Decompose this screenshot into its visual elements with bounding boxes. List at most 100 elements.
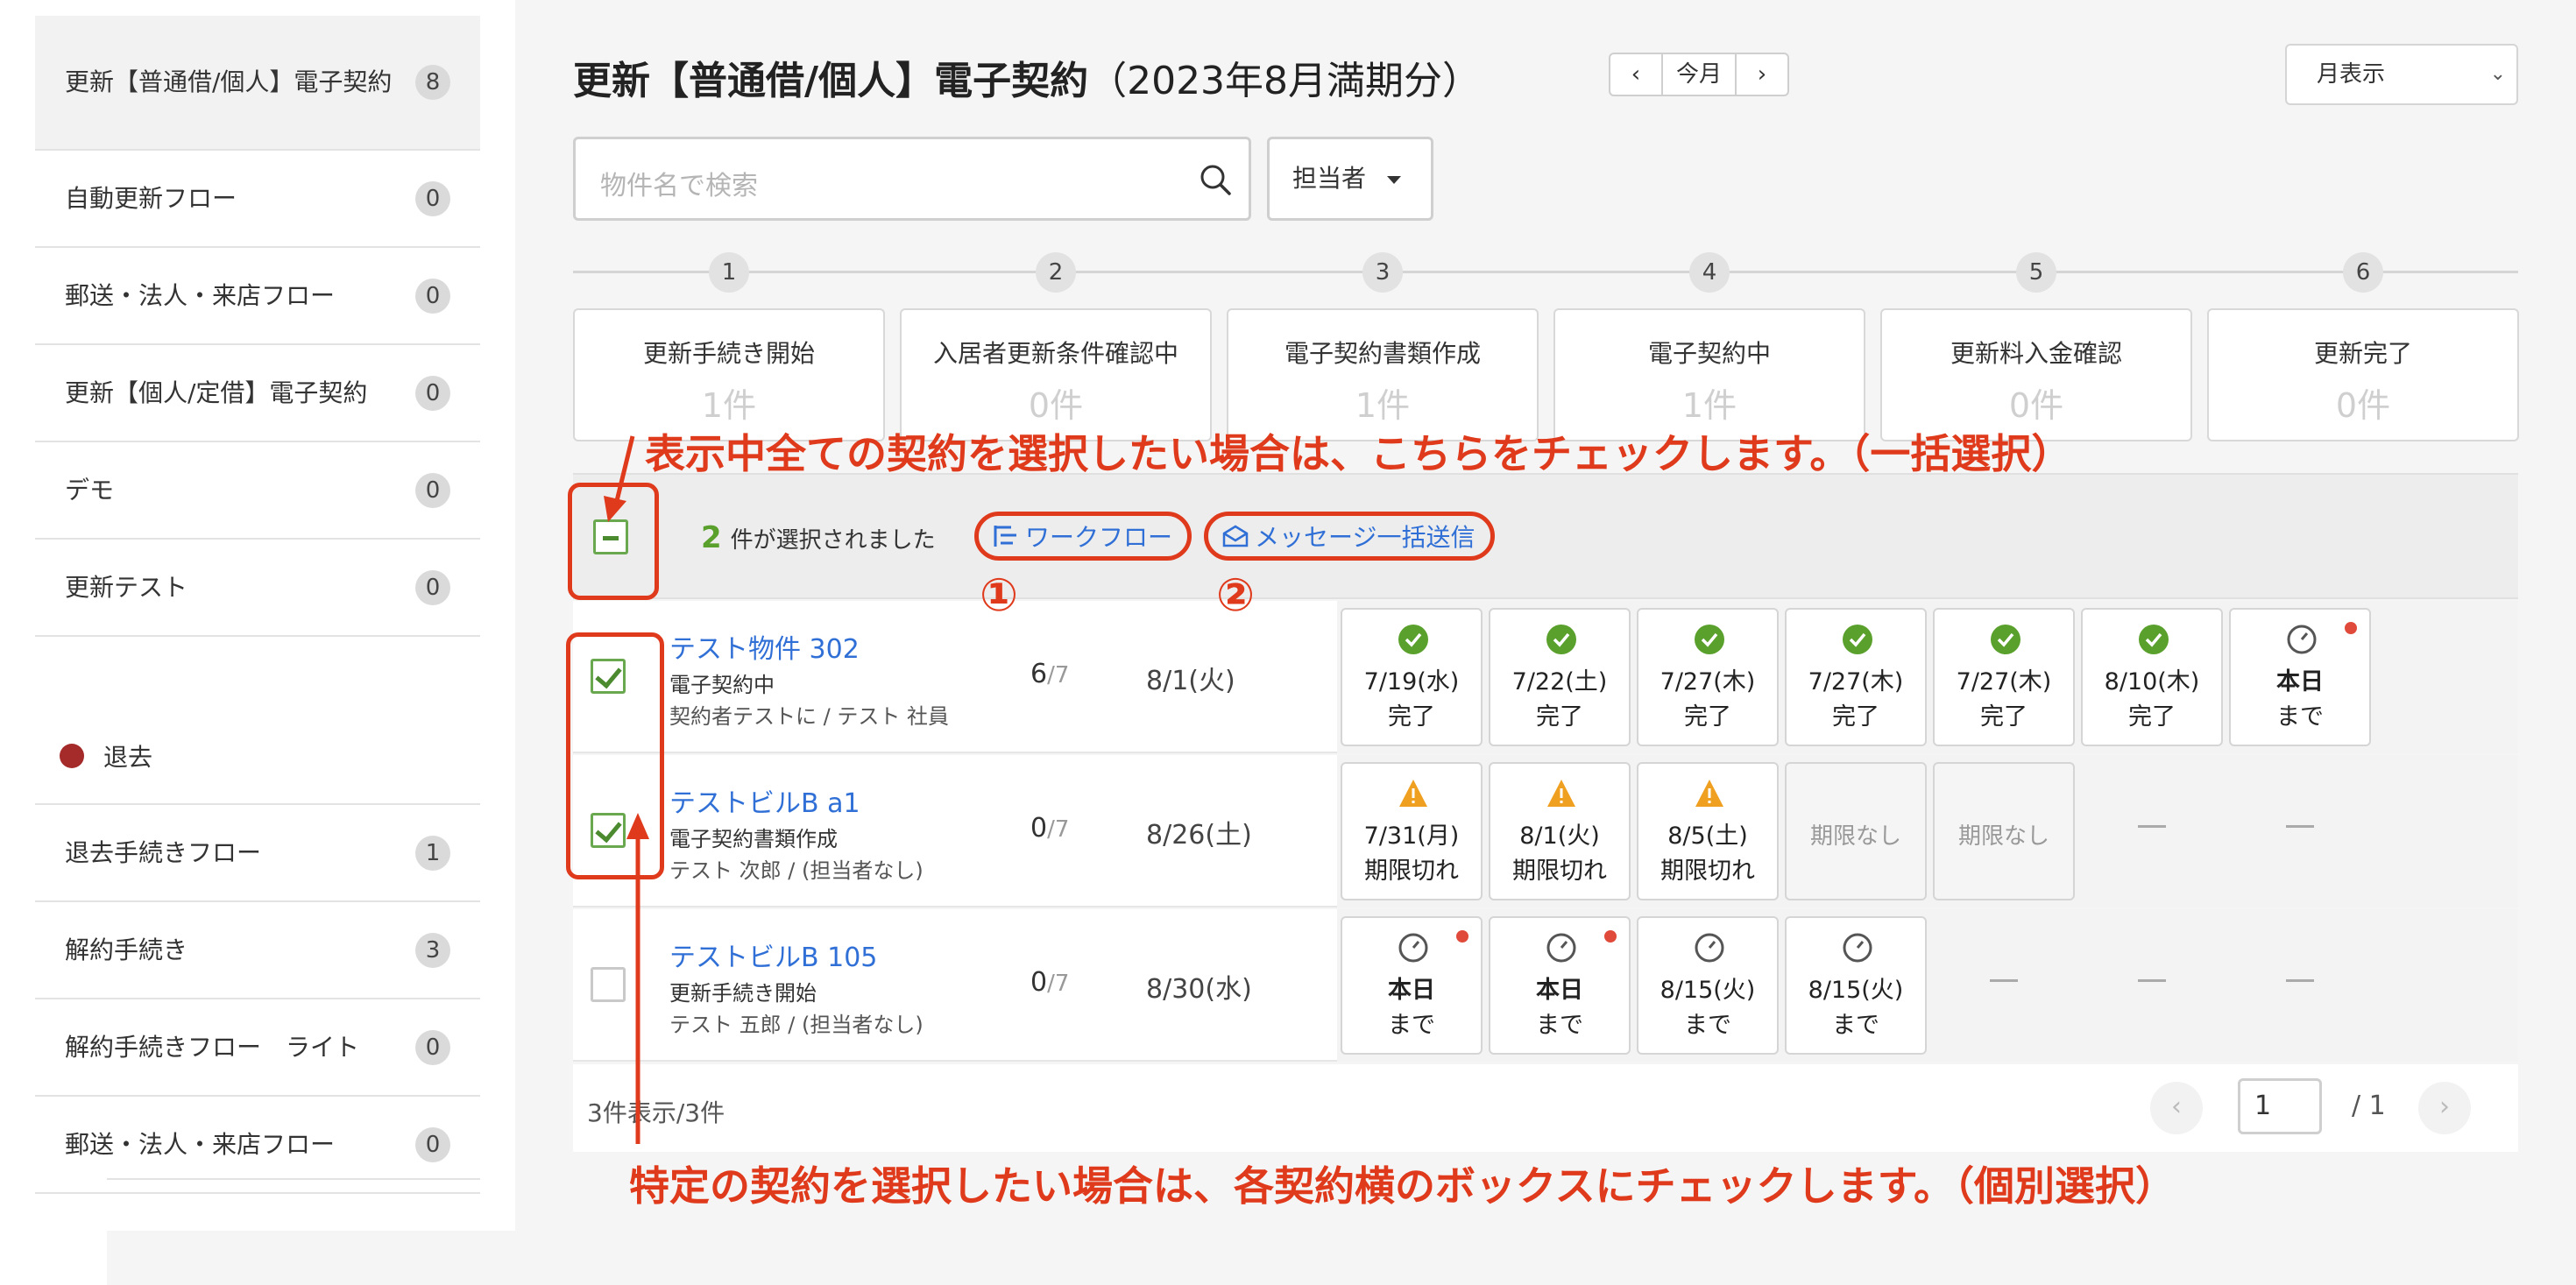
empty-task-dash	[2286, 825, 2314, 828]
property-name-link[interactable]: テストビルB 105	[669, 936, 877, 974]
task-date: 8/10(木)	[2104, 668, 2200, 695]
prev-page-button[interactable]: ‹	[2150, 1082, 2203, 1134]
task-cell[interactable]: 7/27(木) 完了	[1933, 608, 2075, 746]
sidebar-item[interactable]: 自動更新フロー 0	[35, 151, 480, 248]
property-person: 契約者テストに / テスト 社員	[669, 704, 949, 729]
sidebar-item[interactable]: 退去手続きフロー 1	[35, 805, 480, 902]
task-cell[interactable]: 期限なし	[1933, 762, 2075, 900]
next-page-button[interactable]: ›	[2418, 1082, 2471, 1134]
annotation-box-message	[1204, 512, 1495, 561]
sidebar-item-label: 更新【普通借/個人】電子契約	[65, 67, 393, 96]
task-date: 8/15(火)	[1808, 977, 1904, 1004]
warning-icon	[1547, 780, 1575, 807]
step-label: 更新手続き開始	[642, 339, 815, 368]
step-number: 4	[1689, 252, 1730, 293]
step-label: 入居者更新条件確認中	[932, 339, 1178, 368]
task-date: 本日	[1388, 977, 1435, 1004]
sidebar-item[interactable]: 更新【個人/定借】電子契約 0	[35, 345, 480, 442]
sidebar-item[interactable]: 解約手続きフロー ライト 0	[35, 999, 480, 1097]
assignee-dropdown[interactable]: 担当者	[1267, 137, 1433, 221]
sidebar-section-moveout[interactable]: 退去	[35, 708, 480, 805]
property-person: テスト 五郎 / (担当者なし)	[669, 1013, 924, 1037]
task-date: 7/31(月)	[1363, 823, 1460, 850]
assignee-label: 担当者	[1292, 164, 1367, 193]
step-number: 5	[2016, 252, 2056, 293]
this-month-button[interactable]: 今月	[1661, 54, 1737, 95]
sidebar-item-label: 自動更新フロー	[65, 183, 237, 213]
task-cell[interactable]: 本日 まで	[1341, 916, 1483, 1055]
task-cell[interactable]: 期限なし	[1785, 762, 1927, 900]
task-note: 完了	[1536, 703, 1583, 731]
task-cell[interactable]: 7/22(土) 完了	[1489, 608, 1631, 746]
page-total: / 1	[2352, 1091, 2386, 1121]
sidebar-item[interactable]: 更新【普通借/個人】電子契約 8	[35, 16, 480, 151]
property-name-link[interactable]: テスト物件 302	[669, 627, 860, 666]
task-cell[interactable]: 7/31(月) 期限切れ	[1341, 762, 1483, 900]
check-circle-icon	[1398, 625, 1428, 654]
sidebar-item-count: 0	[415, 569, 450, 605]
task-note: まで	[1388, 1012, 1435, 1039]
selected-number: 2	[701, 520, 722, 555]
sidebar-item-label: 郵送・法人・来店フロー	[65, 1129, 336, 1159]
task-date: 7/27(木)	[1808, 668, 1904, 695]
search-input[interactable]: 物件名で検索	[573, 137, 1251, 221]
task-cell[interactable]: 8/10(木) 完了	[2081, 608, 2223, 746]
row-checkbox[interactable]	[591, 967, 626, 1002]
step-label: 電子契約中	[1647, 339, 1771, 368]
task-note: 完了	[1980, 703, 2028, 731]
task-cell[interactable]: 7/27(木) 完了	[1637, 608, 1779, 746]
clock-icon	[1546, 933, 1576, 963]
view-select[interactable]: 月表示 ⌄	[2285, 44, 2518, 105]
step-count: 0件	[1028, 386, 1084, 425]
sidebar-item-count: 0	[415, 1029, 450, 1065]
sidebar-item-label: 郵送・法人・来店フロー	[65, 280, 336, 310]
table-row: テストビルB a1 電子契約書類作成 テスト 次郎 / (担当者なし) 0/7 8/26…	[573, 755, 2518, 907]
task-note: 完了	[1832, 703, 1879, 731]
step-count: 1件	[1355, 386, 1411, 425]
step-number: 1	[709, 252, 749, 293]
sidebar-item-count: 0	[415, 375, 450, 411]
sidebar-item[interactable]: 更新テスト 0	[35, 540, 480, 637]
bottom-strip	[107, 1231, 2576, 1285]
task-cell[interactable]: 8/5(土) 期限切れ	[1637, 762, 1779, 900]
task-cell[interactable]: 本日 まで	[1489, 916, 1631, 1055]
task-cell[interactable]: 7/19(水) 完了	[1341, 608, 1483, 746]
step-card[interactable]: 更新完了 0件	[2207, 308, 2519, 441]
sidebar-item[interactable]: 郵送・法人・来店フロー 0	[35, 248, 480, 345]
sidebar-item[interactable]: デモ 0	[35, 442, 480, 540]
sidebar-item-count: 0	[415, 472, 450, 508]
task-note: まで	[1684, 1012, 1731, 1039]
task-note: 完了	[1684, 703, 1731, 731]
page-input[interactable]: 1	[2238, 1078, 2322, 1134]
annotation-box-workflow	[974, 512, 1192, 561]
task-cell[interactable]: 8/15(火) まで	[1637, 916, 1779, 1055]
property-name-link[interactable]: テストビルB a1	[669, 781, 860, 820]
sidebar-divider	[107, 1178, 480, 1180]
task-date: 8/1(火)	[1519, 823, 1600, 850]
task-cell[interactable]: 7/27(木) 完了	[1785, 608, 1927, 746]
due-date: 8/1(火)	[1146, 666, 1235, 696]
step-count: 0件	[2335, 386, 2391, 425]
check-circle-icon	[1546, 625, 1576, 654]
empty-task-dash	[1990, 979, 2018, 982]
sidebar-item[interactable]: 解約手続き 3	[35, 902, 480, 999]
task-date: 7/19(水)	[1363, 668, 1460, 695]
check-circle-icon	[2139, 625, 2169, 654]
next-month-button[interactable]: ›	[1737, 54, 1787, 95]
property-person: テスト 次郎 / (担当者なし)	[669, 858, 924, 883]
task-note: まで	[1832, 1012, 1879, 1039]
task-cells: 本日 まで 本日 まで 8/15(火) まで 8/15(火) まで	[1337, 909, 2518, 1062]
task-cell[interactable]: 8/15(火) まで	[1785, 916, 1927, 1055]
task-cell[interactable]: 本日 まで	[2229, 608, 2371, 746]
search-icon[interactable]	[1198, 162, 1233, 197]
sidebar-item-count: 0	[415, 180, 450, 216]
search-placeholder: 物件名で検索	[600, 171, 758, 201]
prev-month-button[interactable]: ‹	[1610, 54, 1661, 95]
caret-down-icon	[1387, 176, 1401, 184]
property-status: 更新手続き開始	[669, 981, 817, 1006]
view-select-value: 月表示	[2317, 61, 2386, 88]
sidebar-item-label: 更新【個人/定借】電子契約	[65, 378, 368, 407]
task-cell[interactable]: 8/1(火) 期限切れ	[1489, 762, 1631, 900]
clock-icon	[1695, 933, 1724, 963]
task-note: 完了	[1388, 703, 1435, 731]
